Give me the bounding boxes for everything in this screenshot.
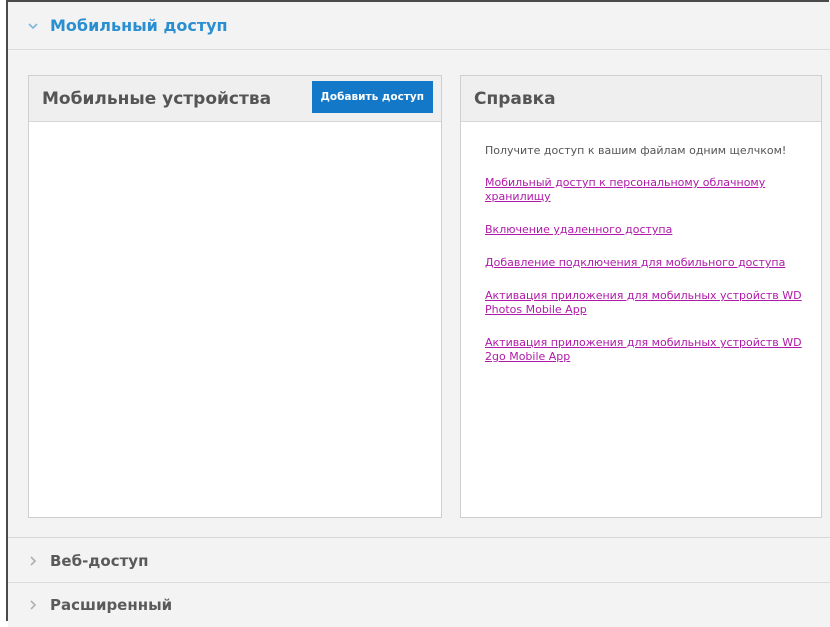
help-panel: Справка Получите доступ к вашим файлам о…	[460, 75, 822, 518]
section-advanced-header[interactable]: Расширенный	[8, 583, 830, 627]
add-access-button[interactable]: Добавить доступ	[311, 81, 433, 113]
chevron-right-icon	[26, 600, 40, 610]
mobile-devices-panel: Мобильные устройства Добавить доступ	[28, 75, 442, 518]
mobile-devices-panel-header: Мобильные устройства Добавить доступ	[29, 76, 441, 122]
help-link-wd-photos-app[interactable]: Активация приложения для мобильных устро…	[485, 289, 811, 317]
help-title: Справка	[474, 88, 556, 109]
help-link-wd-2go-app[interactable]: Активация приложения для мобильных устро…	[485, 336, 811, 364]
mobile-devices-title: Мобильные устройства	[42, 88, 272, 109]
help-link-add-mobile-connection[interactable]: Добавление подключения для мобильного до…	[485, 256, 811, 270]
section-advanced-title: Расширенный	[50, 596, 173, 614]
section-web-access-title: Веб-доступ	[50, 551, 149, 570]
section-web-access-header[interactable]: Веб-доступ	[8, 539, 830, 583]
section-mobile-access-title: Мобильный доступ	[50, 16, 228, 35]
help-link-enable-remote-access[interactable]: Включение удаленного доступа	[485, 223, 811, 237]
chevron-down-icon	[26, 22, 40, 30]
section-mobile-access-header[interactable]: Мобильный доступ	[8, 2, 830, 50]
help-link-personal-cloud[interactable]: Мобильный доступ к персональному облачно…	[485, 176, 811, 204]
help-body: Получите доступ к вашим файлам одним щел…	[461, 122, 821, 364]
section-mobile-access-content: Мобильные устройства Добавить доступ Спр…	[8, 50, 830, 538]
app-frame: Мобильный доступ Мобильные устройства До…	[6, 0, 830, 627]
chevron-right-icon	[26, 555, 40, 566]
help-intro-text: Получите доступ к вашим файлам одним щел…	[485, 144, 787, 157]
help-panel-header: Справка	[461, 76, 821, 122]
